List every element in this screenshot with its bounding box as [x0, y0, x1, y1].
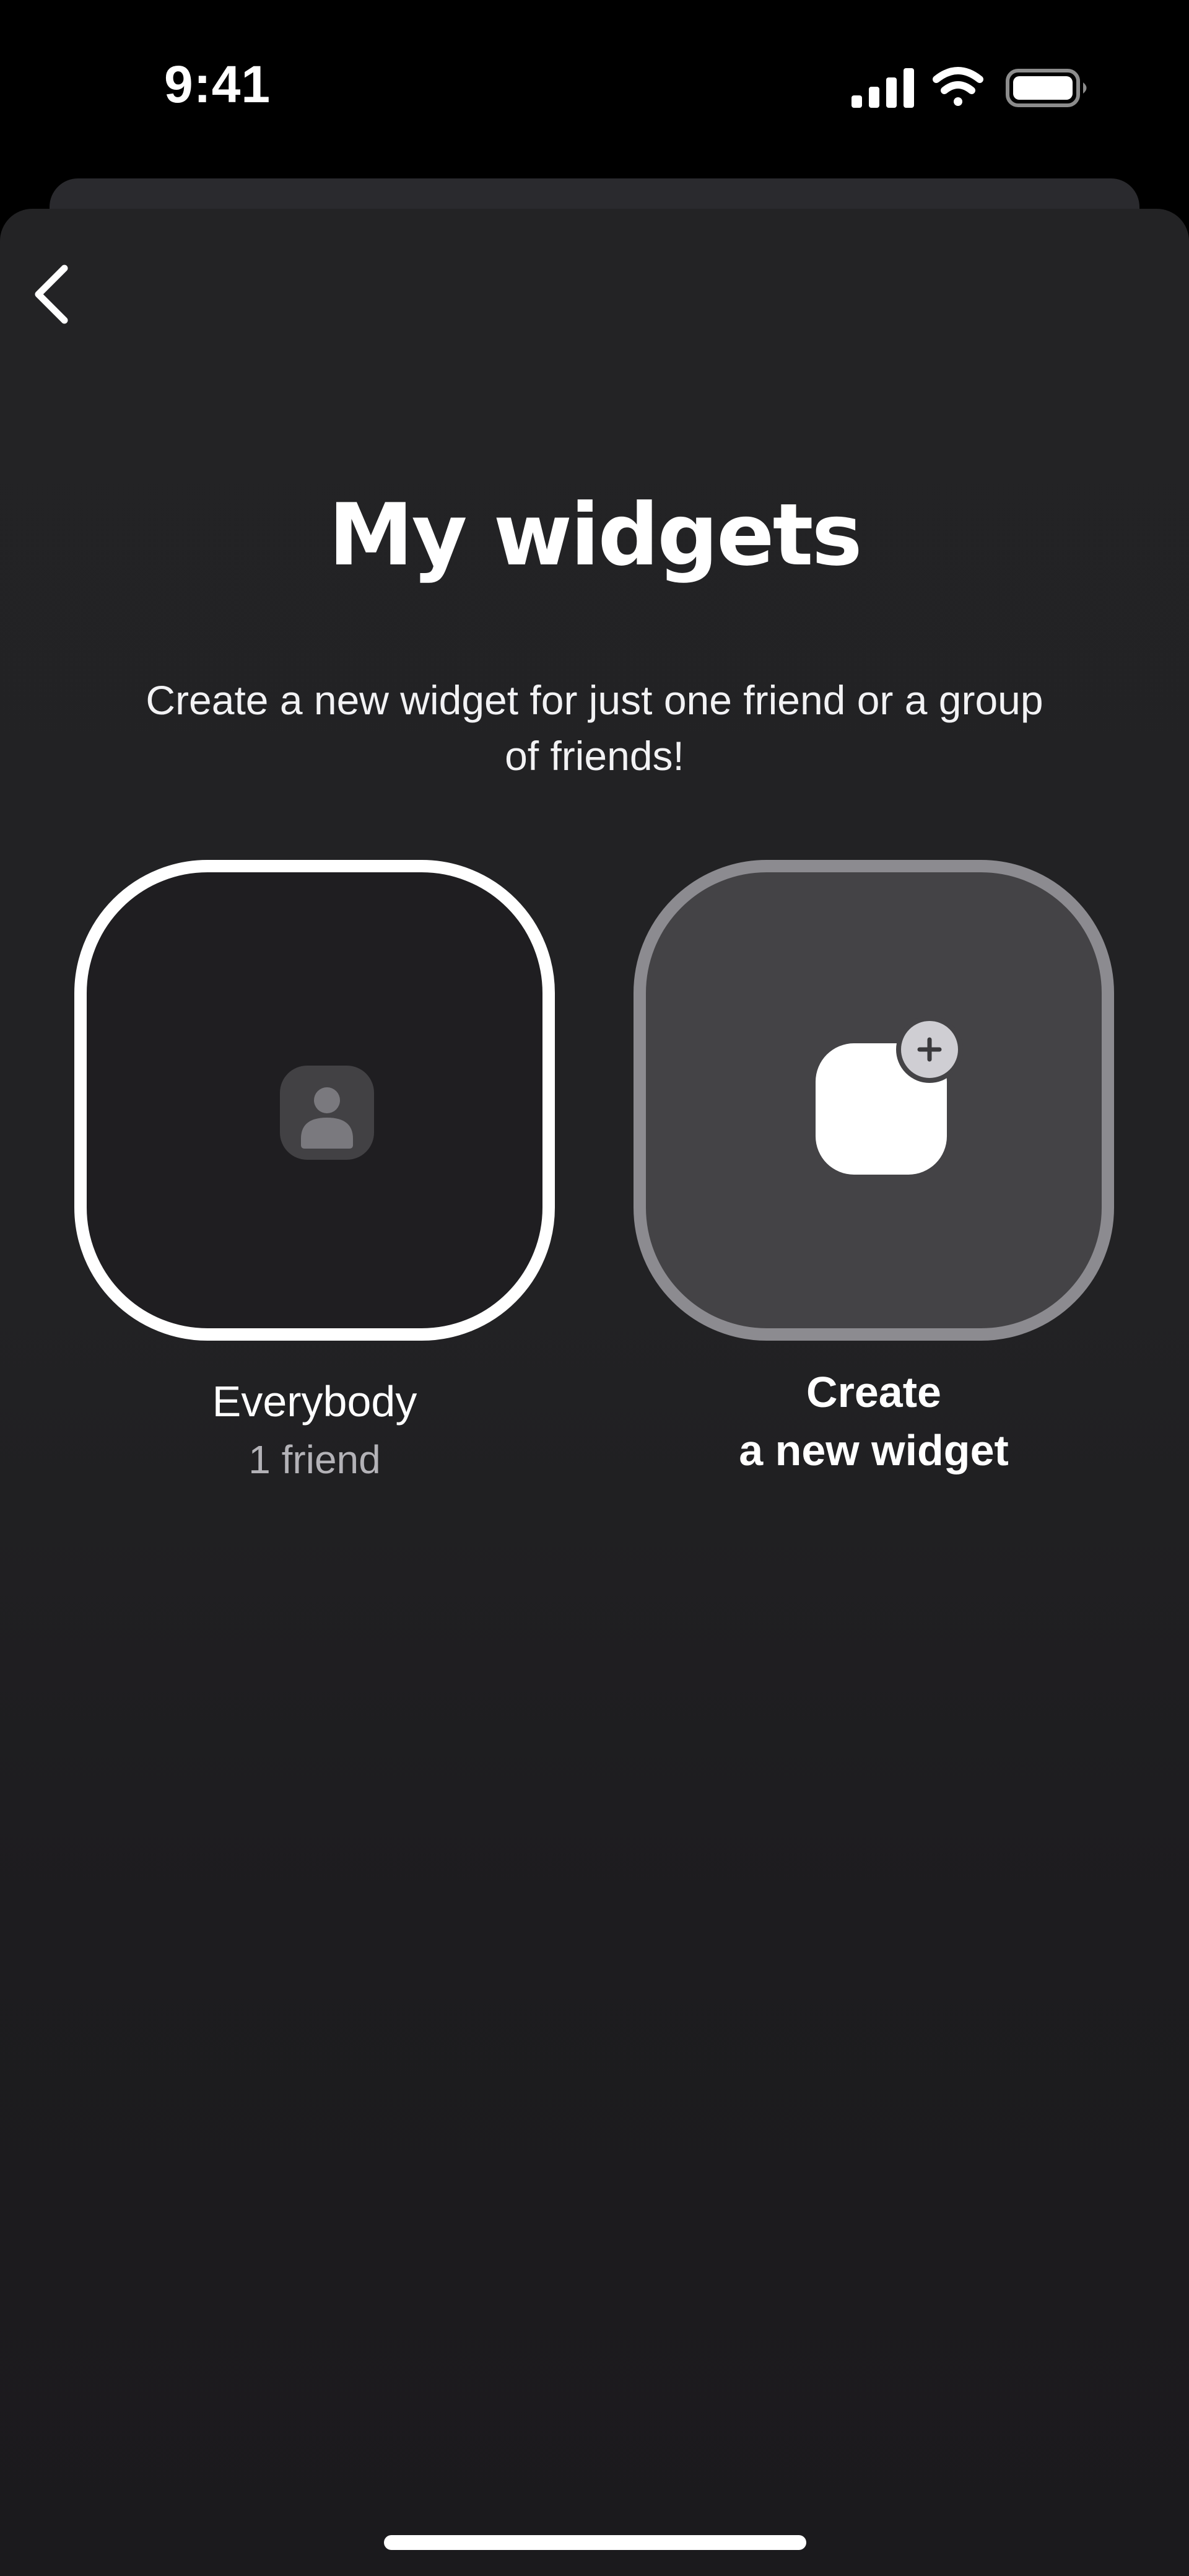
- widget-label: Everybody: [212, 1377, 417, 1426]
- home-indicator: [384, 2535, 806, 2550]
- status-time: 9:41: [164, 55, 271, 113]
- status-bar: 9:41: [0, 0, 1189, 180]
- page-subtitle: Create a new widget for just one friend …: [146, 677, 1043, 779]
- widget-friend-count: 1 friend: [248, 1437, 381, 1482]
- create-widget-label: Create a new widget: [634, 1363, 1114, 1479]
- chevron-left-icon: [35, 265, 68, 324]
- cellular-signal-icon: [851, 68, 914, 108]
- create-widget-label-line1: Create: [806, 1368, 941, 1416]
- wifi-icon: [933, 67, 983, 106]
- create-widget-label-line2: a new widget: [739, 1426, 1009, 1474]
- page-title: My widgets: [328, 485, 862, 585]
- back-button[interactable]: [17, 257, 85, 331]
- create-widget-tile[interactable]: [634, 860, 1114, 1341]
- plus-icon: [896, 1016, 963, 1083]
- person-icon: [280, 1066, 374, 1160]
- battery-icon: [1006, 69, 1087, 107]
- widget-tile-everybody[interactable]: [74, 860, 555, 1341]
- status-icons: [851, 67, 1093, 109]
